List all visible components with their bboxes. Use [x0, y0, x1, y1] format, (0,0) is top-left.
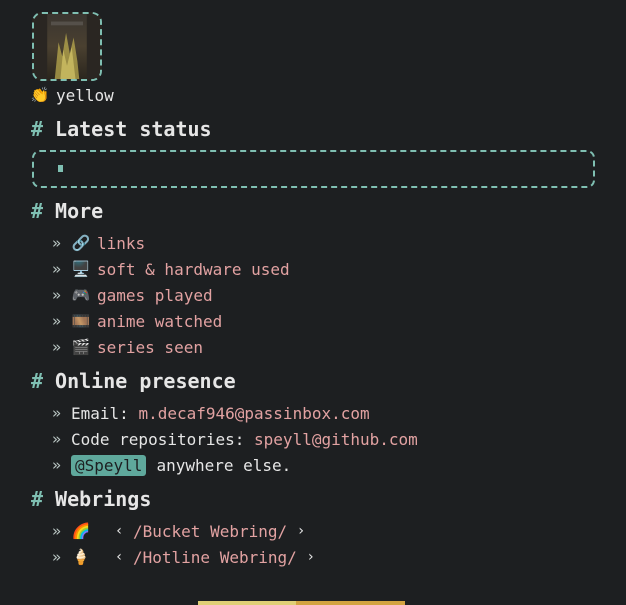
bullet: »: [52, 522, 62, 540]
status-text: yellow: [56, 85, 114, 105]
bullet: »: [52, 234, 62, 252]
bucket-webring-link[interactable]: /Bucket Webring/: [133, 522, 287, 541]
film-frames-icon: 🎞️: [71, 312, 91, 330]
bullet: »: [52, 430, 62, 448]
more-list: » 🔗 links » 🖥️ soft & hardware used » 🎮 …: [52, 230, 290, 360]
prev-webring-button[interactable]: ‹: [111, 549, 127, 565]
heading-title: Webrings: [55, 487, 152, 511]
list-item: » @Speyll anywhere else.: [52, 452, 418, 478]
loading-indicator: [58, 165, 63, 172]
anime-link[interactable]: anime watched: [97, 312, 222, 331]
more-heading: # More: [31, 198, 103, 224]
list-item[interactable]: » 🎮 games played: [52, 282, 290, 308]
clapper-icon: 🎬: [71, 338, 91, 356]
email-label: Email:: [71, 403, 139, 423]
handle-suffix: anywhere else.: [156, 455, 292, 475]
heading-hash: #: [31, 117, 44, 141]
list-item: » Code repositories: speyll@github.com: [52, 426, 418, 452]
bullet: »: [52, 338, 62, 356]
next-webring-button[interactable]: ›: [293, 523, 309, 539]
heading-hash: #: [31, 487, 44, 511]
footer-bar-left: [198, 601, 296, 605]
computer-icon: 🖥️: [71, 260, 91, 278]
bullet: »: [52, 312, 62, 330]
status-row: 👏 yellow: [30, 84, 114, 106]
latest-status-heading: # Latest status: [31, 116, 212, 142]
games-link[interactable]: games played: [97, 286, 213, 305]
hotline-webring-link[interactable]: /Hotline Webring/: [133, 548, 297, 567]
bullet: »: [52, 260, 62, 278]
list-item: » 🍦 ‹ /Hotline Webring/ ›: [52, 544, 325, 570]
latest-status-box: [32, 150, 595, 188]
clap-icon: 👏: [30, 86, 50, 104]
links-link[interactable]: links: [97, 234, 145, 253]
webrings-heading: # Webrings: [31, 486, 151, 512]
repos-label: Code repositories:: [71, 429, 255, 449]
bullet: »: [52, 286, 62, 304]
list-item: » 🌈 ‹ /Bucket Webring/ ›: [52, 518, 325, 544]
email-link[interactable]: m.decaf946@passinbox.com: [138, 404, 369, 423]
next-webring-button[interactable]: ›: [303, 549, 319, 565]
list-item: » Email: m.decaf946@passinbox.com: [52, 400, 418, 426]
link-icon: 🔗: [71, 234, 91, 252]
handle-tag[interactable]: @Speyll: [71, 454, 147, 476]
list-item[interactable]: » 🖥️ soft & hardware used: [52, 256, 290, 282]
avatar-image: [34, 14, 100, 79]
hardware-link[interactable]: soft & hardware used: [97, 260, 290, 279]
avatar: [32, 12, 102, 81]
footer-bar: [198, 601, 405, 605]
series-link[interactable]: series seen: [97, 338, 203, 357]
heading-title: Online presence: [55, 369, 236, 393]
list-item[interactable]: » 🎞️ anime watched: [52, 308, 290, 334]
webrings-list: » 🌈 ‹ /Bucket Webring/ › » 🍦 ‹ /Hotline …: [52, 518, 325, 570]
repos-link[interactable]: speyll@github.com: [254, 430, 418, 449]
gamepad-icon: 🎮: [71, 286, 91, 304]
bullet: »: [52, 548, 62, 566]
ice-cream-icon: 🍦: [71, 548, 91, 566]
heading-title: More: [55, 199, 104, 223]
homepage: 👏 yellow # Latest status # More » 🔗 link…: [0, 0, 626, 605]
heading-hash: #: [31, 369, 44, 393]
heading-title: Latest status: [55, 117, 212, 141]
list-item[interactable]: » 🎬 series seen: [52, 334, 290, 360]
online-list: » Email: m.decaf946@passinbox.com » Code…: [52, 400, 418, 478]
list-item[interactable]: » 🔗 links: [52, 230, 290, 256]
bullet: »: [52, 456, 62, 474]
heading-hash: #: [31, 199, 44, 223]
rainbow-icon: 🌈: [71, 522, 91, 540]
footer-bar-right: [296, 601, 405, 605]
bullet: »: [52, 404, 62, 422]
online-presence-heading: # Online presence: [31, 368, 236, 394]
prev-webring-button[interactable]: ‹: [111, 523, 127, 539]
